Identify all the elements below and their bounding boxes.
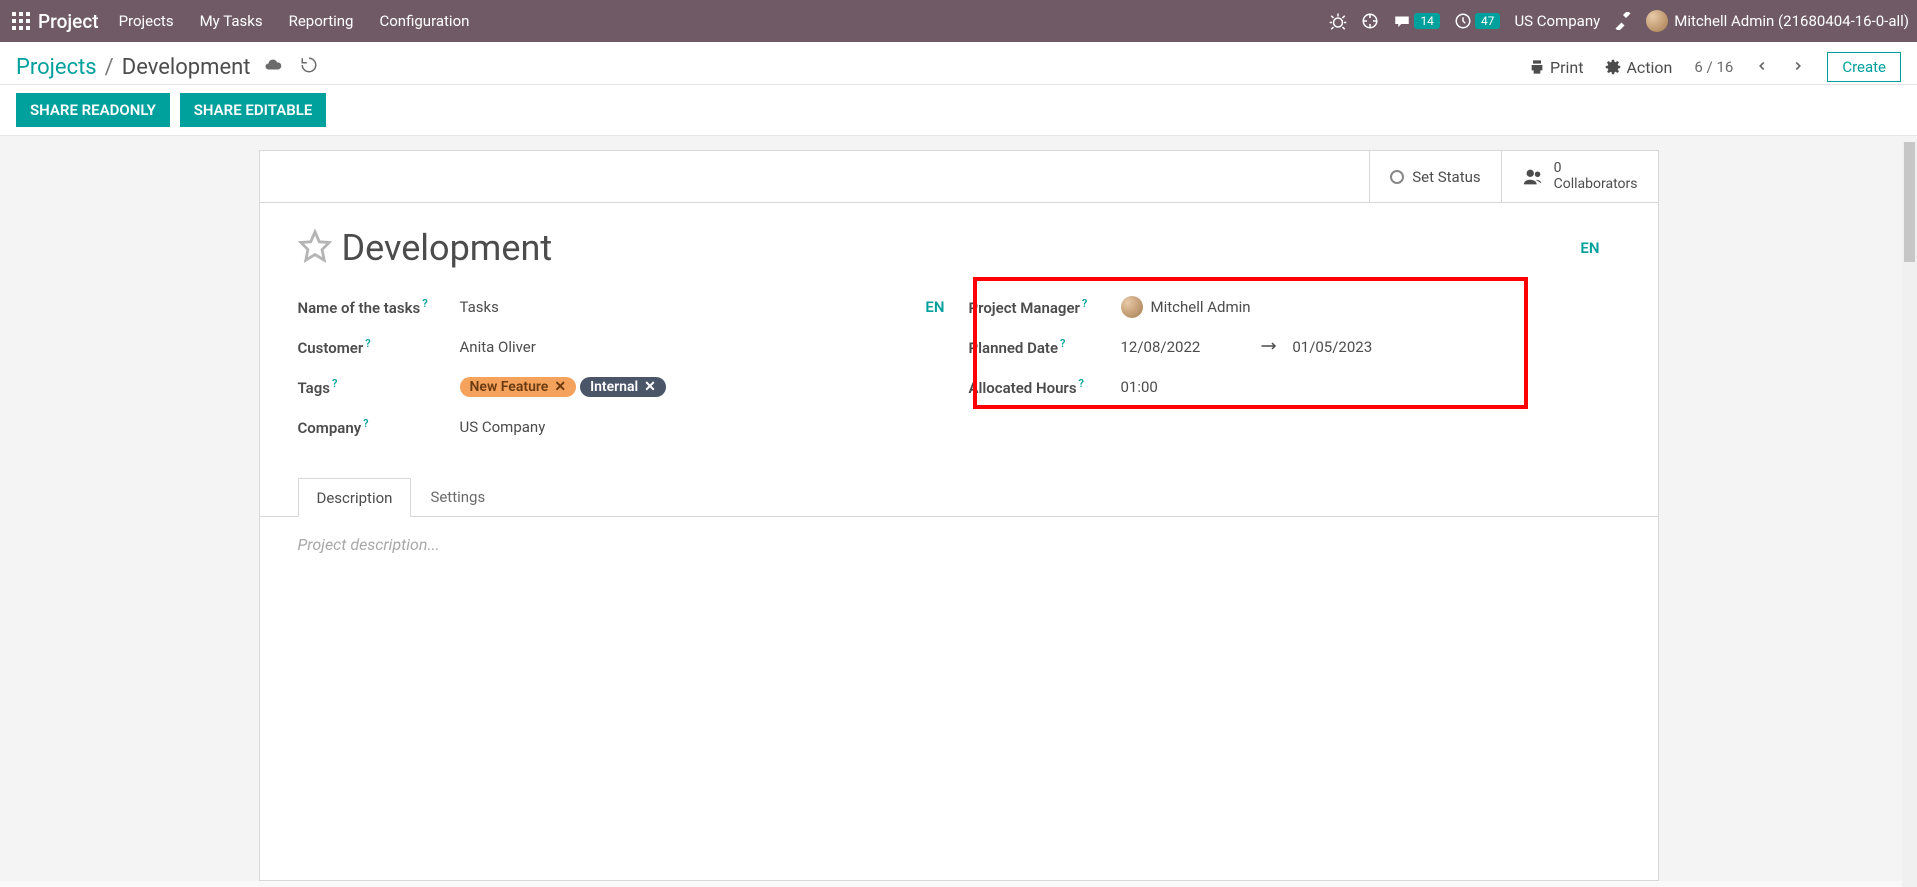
tab-description[interactable]: Description [298,478,412,517]
fields-right-col: Project Manager? Mitchell Admin Planned … [969,287,1620,447]
name-of-tasks-value[interactable]: Tasks [460,298,926,316]
tab-settings[interactable]: Settings [411,477,504,516]
company-value[interactable]: US Company [460,418,949,436]
field-project-manager: Project Manager? Mitchell Admin [969,287,1620,327]
breadcrumb-root[interactable]: Projects [16,55,97,80]
help-icon[interactable]: ? [332,377,337,390]
customer-value[interactable]: Anita Oliver [460,338,949,356]
breadcrumb-sep: / [105,55,114,80]
user-avatar-icon [1121,296,1143,318]
dirty-indicator-icon[interactable] [264,56,282,78]
tags-value[interactable]: New Feature✕ Internal✕ [460,377,949,397]
fields-left-col: Name of the tasks? Tasks EN Customer? An… [298,287,949,447]
pager-next[interactable] [1791,57,1805,78]
title-row: Development EN [260,203,1658,277]
breadcrumb-current: Development [122,55,251,80]
field-name-of-tasks: Name of the tasks? Tasks EN [298,287,949,327]
nav-projects[interactable]: Projects [119,12,174,30]
user-menu[interactable]: Mitchell Admin (21680404-16-0-all) [1646,10,1909,32]
breadcrumb: Projects / Development [16,55,250,80]
field-allocated-hours: Allocated Hours? 01:00 [969,367,1620,407]
top-nav: Project Projects My Tasks Reporting Conf… [0,0,1917,42]
tag-remove-icon[interactable]: ✕ [644,379,656,395]
nav-configuration[interactable]: Configuration [379,12,469,30]
field-planned-date: Planned Date? 12/08/2022 01/05/2023 [969,327,1620,367]
planned-date-start[interactable]: 12/08/2022 [1121,338,1201,356]
planned-date-end[interactable]: 01/05/2023 [1292,338,1372,356]
tag-remove-icon[interactable]: ✕ [554,379,566,395]
users-icon [1522,166,1544,188]
scrollbar-thumb[interactable] [1904,142,1915,262]
allocated-hours-value[interactable]: 01:00 [1121,378,1620,396]
status-radio-icon [1390,170,1404,184]
discard-icon[interactable] [300,56,318,78]
print-button[interactable]: Print [1529,58,1583,77]
action-button[interactable]: Action [1605,58,1672,77]
messages-badge: 14 [1414,13,1440,29]
tag-new-feature[interactable]: New Feature✕ [460,377,577,397]
collaborators-button[interactable]: 0 Collaborators [1501,151,1658,202]
collab-label: Collaborators [1554,177,1638,192]
avatar [1646,10,1668,32]
field-customer: Customer? Anita Oliver [298,327,949,367]
name-of-tasks-lang[interactable]: EN [925,298,944,316]
support-icon[interactable] [1361,12,1379,30]
arrow-right-icon [1260,338,1278,356]
tools-icon[interactable] [1614,12,1632,30]
help-icon[interactable]: ? [1060,337,1065,350]
status-row: Set Status 0 Collaborators [260,151,1658,203]
create-button[interactable]: Create [1827,52,1901,82]
help-icon[interactable]: ? [1079,377,1084,390]
apps-icon[interactable] [12,12,30,30]
description-body[interactable]: Project description... [260,517,1658,677]
set-status-button[interactable]: Set Status [1369,151,1500,202]
pager[interactable]: 6 / 16 [1694,58,1733,76]
nav-reporting[interactable]: Reporting [289,12,354,30]
favorite-star-icon[interactable] [298,229,332,267]
form-sheet: Set Status 0 Collaborators Development E… [259,150,1659,881]
share-row: SHARE READONLY SHARE EDITABLE [0,85,1917,136]
help-icon[interactable]: ? [1082,297,1087,310]
field-company: Company? US Company [298,407,949,447]
nav-my-tasks[interactable]: My Tasks [200,12,263,30]
fields-grid: Name of the tasks? Tasks EN Customer? An… [260,277,1658,477]
activities-indicator[interactable]: 47 [1454,12,1501,30]
share-editable-button[interactable]: SHARE EDITABLE [180,93,327,127]
company-switcher[interactable]: US Company [1514,12,1600,30]
bug-icon[interactable] [1329,12,1347,30]
share-readonly-button[interactable]: SHARE READONLY [16,93,170,127]
collab-count: 0 [1554,161,1638,176]
help-icon[interactable]: ? [365,337,370,350]
title-lang-tag[interactable]: EN [1580,239,1599,257]
field-tags: Tags? New Feature✕ Internal✕ [298,367,949,407]
tag-internal[interactable]: Internal✕ [580,377,666,397]
tabs: Description Settings [260,477,1658,517]
project-manager-value[interactable]: Mitchell Admin [1121,296,1620,318]
scrollbar[interactable] [1902,142,1917,887]
help-icon[interactable]: ? [363,417,368,430]
description-placeholder: Project description... [298,535,440,554]
help-icon[interactable]: ? [422,297,427,310]
control-bar: Projects / Development Print Action 6 / … [0,42,1917,85]
messages-indicator[interactable]: 14 [1393,12,1440,30]
pager-prev[interactable] [1755,57,1769,78]
brand-label[interactable]: Project [38,10,99,33]
content-scroll[interactable]: Set Status 0 Collaborators Development E… [0,136,1917,881]
user-name: Mitchell Admin (21680404-16-0-all) [1674,12,1909,30]
project-title[interactable]: Development [342,227,553,269]
activities-badge: 47 [1475,13,1501,29]
